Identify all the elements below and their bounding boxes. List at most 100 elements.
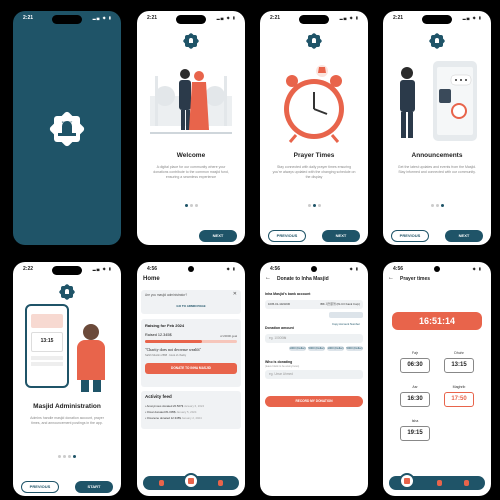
feed-item-date: January 6, 2024 bbox=[183, 404, 204, 408]
bank-label: Inha Masjid's bank account bbox=[265, 292, 311, 296]
welcome-description: A digital place for our community where … bbox=[153, 165, 229, 179]
back-arrow-icon[interactable]: ← bbox=[265, 275, 271, 281]
record-donation-button[interactable]: RECORD MY DONATION bbox=[265, 396, 363, 407]
activity-feed-title: Activity feed bbox=[145, 394, 172, 399]
donate-button[interactable]: DONATE TO INHA MASJID bbox=[145, 363, 237, 374]
alarm-clock-illustration bbox=[284, 65, 344, 143]
status-icons: ▂▄ ◆ ▮ bbox=[339, 15, 359, 20]
admin-description: Admins handle masjid donation account, p… bbox=[30, 416, 104, 425]
status-time: 2:21 bbox=[147, 15, 158, 21]
progress-track bbox=[145, 340, 237, 343]
donate-nav-button[interactable] bbox=[399, 473, 415, 489]
mock-prayer-time: 13:15 bbox=[40, 338, 54, 344]
bottom-nav bbox=[389, 473, 485, 490]
page-title: Prayer times bbox=[400, 276, 431, 282]
back-arrow-icon[interactable]: ← bbox=[388, 275, 394, 281]
notch bbox=[52, 266, 82, 275]
prayer-times-onboarding-screen: 2:21 ▂▄ ◆ ▮ Prayer Times Stay connected … bbox=[260, 11, 368, 245]
prayer-name: Asr bbox=[412, 385, 418, 389]
feed-item-date: January 5, 2024 bbox=[176, 410, 197, 414]
feed-item-text: • Omanone donated 12.345$ bbox=[145, 416, 181, 420]
announcements-illustration bbox=[400, 61, 477, 141]
feed-item-date: January 2, 2024 bbox=[181, 416, 202, 420]
status-time: 4:56 bbox=[147, 266, 158, 272]
previous-button[interactable]: PREVIOUS bbox=[391, 230, 429, 242]
next-button[interactable]: NEXT bbox=[322, 230, 360, 242]
logo-caption: Est. 2017 bbox=[61, 121, 73, 124]
camera-hole bbox=[434, 266, 440, 272]
donor-label: Who is donating bbox=[265, 360, 293, 364]
feed-item: • Omar donated 81.005$ January 5, 2024 bbox=[145, 410, 196, 414]
status-icons: ▂▄ ◆ ▮ bbox=[92, 266, 112, 271]
status-icons: ▂▄ ◆ ▮ bbox=[92, 15, 112, 20]
quote-source: Sahih Muslim 2588 · book of charity bbox=[145, 354, 187, 357]
admin-page-link[interactable]: GO TO ADMIN PAGE bbox=[141, 304, 241, 308]
status-time: 4:56 bbox=[270, 266, 281, 272]
notch bbox=[299, 15, 329, 24]
prayer-name: Fajr bbox=[411, 351, 419, 355]
page-title: Home bbox=[143, 276, 160, 282]
announcements-title: Announcements bbox=[411, 152, 463, 159]
bank-account-box: 1005-01-1023230 IBK 기업은행 (IN-CO bank Cor… bbox=[265, 300, 363, 309]
small-logo-icon bbox=[308, 35, 320, 47]
feed-item: • Omanone donated 12.345$ January 2, 202… bbox=[145, 416, 202, 420]
camera-hole bbox=[188, 266, 194, 272]
prayer-time: 16:30 bbox=[400, 392, 430, 407]
admin-question: Are you masjid administrator? bbox=[145, 293, 188, 297]
next-button[interactable]: NEXT bbox=[445, 230, 483, 242]
admin-prompt-card: Are you masjid administrator? ✕ GO TO AD… bbox=[141, 290, 241, 314]
bank-number: 1005-01-1023230 bbox=[268, 302, 291, 306]
amount-chip[interactable]: 5000 (Dollar) bbox=[346, 346, 363, 351]
donate-screen: 4:56 ◆ ▮ ← Donate to Inha Masjid Inha Ma… bbox=[260, 262, 368, 496]
small-logo-icon bbox=[61, 286, 73, 298]
current-clock-text: 16:51:14 bbox=[418, 316, 456, 326]
prayer-time: 19:15 bbox=[400, 426, 430, 441]
admin-onboarding-screen: 2:22 ▂▄ ◆ ▮ 13:15 Masjid Administration … bbox=[13, 262, 121, 496]
amount-input[interactable]: eg. 10000₩ bbox=[265, 334, 363, 343]
welcome-screen: 2:21 ▂▄ ◆ ▮ Welcome A digital place for … bbox=[137, 11, 245, 245]
prayer-time-next: 17:50 bbox=[444, 392, 474, 407]
start-button[interactable]: START bbox=[75, 481, 113, 493]
raised-amount: Raised 12.345$ bbox=[145, 333, 172, 337]
camera-hole bbox=[311, 266, 317, 272]
small-logo-icon bbox=[185, 35, 197, 47]
amount-chip[interactable]: 5000 (Dollar) bbox=[308, 346, 325, 351]
donate-nav-icon[interactable] bbox=[159, 480, 164, 486]
amount-chip[interactable]: 1000 (Dollar) bbox=[327, 346, 344, 351]
amount-chip[interactable]: 1000 (Dollar) bbox=[289, 346, 306, 351]
raising-title: Raising for Feb 2024 bbox=[145, 323, 185, 328]
home-screen: 4:56 ◆ ▮ Home Are you masjid administrat… bbox=[137, 262, 245, 496]
notifications-nav-icon[interactable] bbox=[464, 480, 469, 486]
donor-hint: (leave blank to be anonymous) bbox=[265, 365, 300, 368]
notch bbox=[176, 15, 206, 24]
next-button[interactable]: NEXT bbox=[199, 230, 237, 242]
splash-screen: 2:21 ▂▄ ◆ ▮ Est. 2017 bbox=[13, 11, 121, 245]
announcements-onboarding-screen: 2:21 ▂▄ ◆ ▮ Announcements Get the latest… bbox=[383, 11, 491, 245]
prayer-time: 13:15 bbox=[444, 358, 474, 373]
home-nav-button[interactable] bbox=[183, 473, 199, 489]
donor-input[interactable]: eg. Umar Ahmed bbox=[265, 370, 363, 379]
welcome-illustration bbox=[150, 69, 232, 134]
record-donation-label: RECORD MY DONATION bbox=[295, 399, 333, 403]
home-nav-icon[interactable] bbox=[437, 480, 442, 486]
prayer-name: Isha bbox=[411, 419, 419, 423]
status-time: 4:56 bbox=[393, 266, 404, 272]
copy-account-button[interactable]: Copy Account Number bbox=[329, 312, 363, 326]
status-time: 2:21 bbox=[23, 15, 34, 21]
prayer-times-description: Stay connected with daily prayer times e… bbox=[272, 165, 356, 179]
close-icon[interactable]: ✕ bbox=[233, 291, 237, 297]
prayer-times-title: Prayer Times bbox=[293, 152, 335, 159]
goal-text: of 20000 goal bbox=[220, 334, 237, 338]
prayer-name: Dhuhr bbox=[454, 351, 464, 355]
page-indicator bbox=[137, 204, 245, 207]
welcome-title: Welcome bbox=[176, 152, 206, 159]
status-icons: ◆ ▮ bbox=[472, 266, 482, 271]
page-title: Donate to Inha Masjid bbox=[277, 276, 329, 282]
notifications-nav-icon[interactable] bbox=[218, 480, 223, 486]
previous-button[interactable]: PREVIOUS bbox=[268, 230, 306, 242]
previous-button[interactable]: PREVIOUS bbox=[21, 481, 59, 493]
bank-name: IBK 기업은행 (IN-CO bank Corp) bbox=[320, 302, 360, 306]
progress-fill bbox=[145, 340, 203, 343]
activity-feed-card: Activity feed • Anonymous donated 20.567… bbox=[141, 391, 241, 429]
feed-item-text: • Omar donated 81.005$ bbox=[145, 410, 176, 414]
